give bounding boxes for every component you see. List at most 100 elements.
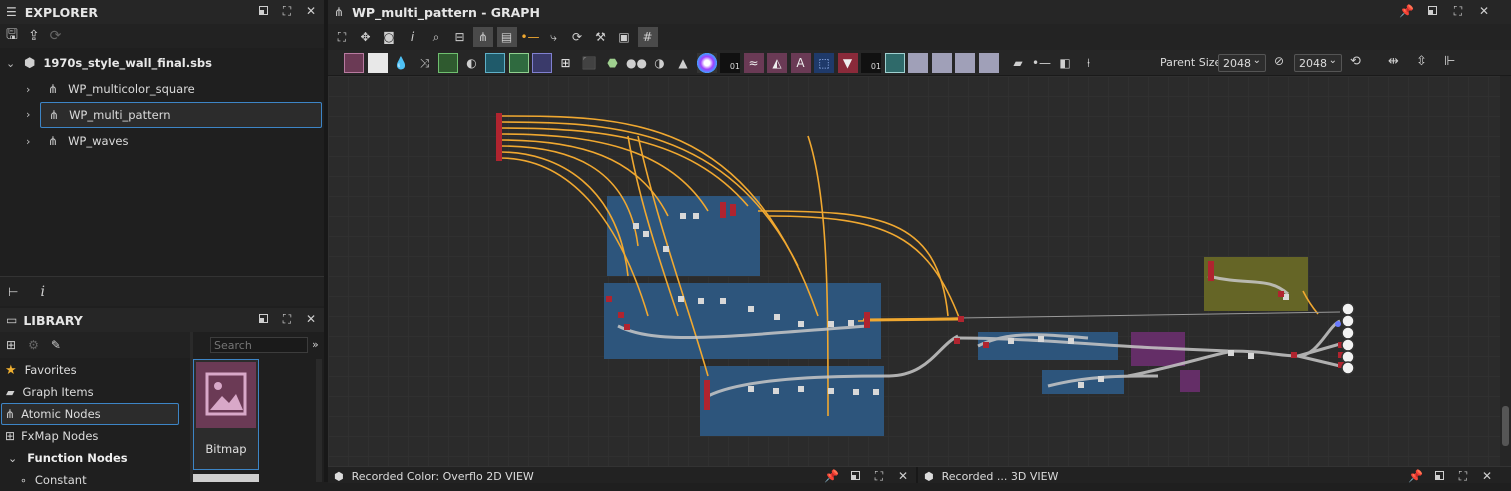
pin-icon[interactable]: 📌	[1408, 469, 1423, 483]
view-tab-3d[interactable]: ⬢ Recorded ... 3D VIEW	[924, 470, 1058, 483]
dot-icon[interactable]: ⍿	[1079, 53, 1099, 73]
info-icon[interactable]: i	[403, 27, 423, 47]
parent-size-select[interactable]: 2048 ⌄	[1218, 54, 1266, 72]
graph-canvas[interactable]	[328, 76, 1500, 466]
grayscale-icon[interactable]: ◑	[650, 53, 670, 73]
maximize-icon[interactable]: ⛶	[280, 4, 294, 18]
fxmap-icon[interactable]: ⊞	[556, 53, 576, 73]
reset-size-icon[interactable]: ⟲	[1350, 54, 1361, 69]
pin-node-icon[interactable]: •—•	[1032, 53, 1052, 90]
maximize-icon[interactable]: ⛶	[1456, 469, 1470, 483]
svg-node-icon[interactable]	[367, 53, 388, 73]
maximize-icon[interactable]: ⛶	[1451, 4, 1465, 18]
transform-icon[interactable]	[485, 53, 505, 73]
library-category[interactable]: ⊞ FxMap Nodes	[0, 425, 190, 447]
search-icon[interactable]: ⌕	[426, 27, 446, 47]
input-gray-icon[interactable]	[931, 53, 952, 73]
fill-icon[interactable]: ▼	[837, 53, 858, 73]
float-panel-icon[interactable]	[256, 4, 270, 18]
library-category[interactable]: ▰ Graph Items	[0, 381, 190, 403]
library-search-input[interactable]	[210, 337, 308, 353]
pixel-processor-icon[interactable]: ⬛	[579, 53, 599, 73]
align-icon[interactable]: ⊟	[450, 27, 470, 47]
warp-icon[interactable]	[532, 53, 552, 73]
pencil-icon[interactable]: ✎	[51, 338, 61, 352]
color-wheel-icon[interactable]	[696, 53, 717, 73]
pin-icon[interactable]: 📌	[1399, 4, 1414, 18]
gradient-map-icon[interactable]	[508, 53, 529, 73]
link-size-icon[interactable]: ⊘	[1274, 54, 1284, 68]
mirror-icon[interactable]: ◭	[767, 53, 787, 73]
scrollbar-thumb[interactable]	[1502, 406, 1509, 446]
library-category[interactable]: ★ Favorites	[0, 359, 190, 381]
bitmap-node-icon[interactable]	[344, 53, 364, 73]
save-icon[interactable]: 🖫	[6, 24, 18, 48]
distance-icon[interactable]: ●●	[626, 53, 647, 73]
float-panel-icon[interactable]	[1432, 469, 1446, 483]
tools-icon[interactable]: ⚒	[591, 27, 611, 47]
output-color-icon[interactable]	[955, 53, 975, 73]
refresh-icon[interactable]: ⟳	[567, 27, 587, 47]
link-icon[interactable]: •—•	[520, 27, 540, 64]
refresh-icon[interactable]: ⟳	[50, 28, 62, 44]
publish-icon[interactable]: ⇪	[28, 28, 40, 44]
hamburger-icon[interactable]: ☰	[6, 5, 17, 19]
levels-icon[interactable]	[438, 53, 458, 73]
maximize-icon[interactable]: ⛶	[280, 312, 294, 326]
value-processor-icon[interactable]: 01	[861, 53, 881, 73]
display-icon[interactable]: ▣	[614, 27, 634, 47]
close-icon[interactable]: ✕	[304, 312, 318, 326]
graph-layout-icon[interactable]: ⋔	[473, 27, 493, 47]
distribute-icon[interactable]: ⊩	[1444, 54, 1455, 69]
float-panel-icon[interactable]	[848, 469, 862, 483]
pin-icon[interactable]: 📌	[824, 469, 839, 483]
close-icon[interactable]: ✕	[304, 4, 318, 18]
chevron-down-icon[interactable]: ⌄	[8, 452, 17, 465]
float-panel-icon[interactable]	[1425, 4, 1439, 18]
noise-icon[interactable]: 01	[720, 53, 740, 73]
graph-item-selected[interactable]: ⋔ WP_multi_pattern	[40, 102, 322, 128]
histogram-icon[interactable]: ▲	[673, 53, 693, 73]
input-color-icon[interactable]	[908, 53, 928, 73]
hierarchy-icon[interactable]: ⊢	[8, 285, 18, 299]
grid-snap-icon[interactable]: #	[637, 27, 658, 47]
graph-item[interactable]: › ⋔ WP_multicolor_square	[0, 77, 324, 101]
close-icon[interactable]: ✕	[896, 469, 910, 483]
info-icon[interactable]: i	[40, 284, 44, 300]
blend-icon[interactable]: ⤨	[415, 53, 435, 73]
uniform-color-icon[interactable]: 💧	[391, 53, 411, 73]
library-category[interactable]: ∘ Constant	[0, 469, 190, 491]
align-vertical-icon[interactable]: ⇳	[1416, 54, 1427, 69]
library-category[interactable]: ⌄ Function Nodes	[0, 447, 190, 469]
scrollbar[interactable]	[316, 359, 322, 482]
output-gray-icon[interactable]	[978, 53, 999, 73]
view-tab-2d[interactable]: ⬢ Recorded Color: Overflo 2D VIEW	[334, 470, 534, 483]
float-panel-icon[interactable]	[256, 312, 270, 326]
crop-icon[interactable]: ⬚	[814, 53, 834, 73]
edge-detect-icon[interactable]: ≈	[743, 53, 764, 73]
output-size-select[interactable]: 2048 ⌄	[1294, 54, 1342, 72]
library-tile-bitmap[interactable]: Bitmap	[193, 359, 259, 470]
library-tile-next[interactable]	[193, 474, 259, 482]
hsl-icon[interactable]: ◐	[462, 53, 482, 73]
stack-icon[interactable]: ▤	[496, 27, 517, 47]
fit-icon[interactable]: ✥	[356, 27, 376, 47]
curve-icon[interactable]: ⤷	[544, 27, 564, 47]
camera-icon[interactable]: ◙	[379, 27, 399, 47]
close-icon[interactable]: ✕	[1477, 4, 1491, 18]
text-icon[interactable]: A	[790, 53, 811, 73]
package-row[interactable]: ⌄ ⬢ 1970s_style_wall_final.sbs	[0, 51, 324, 75]
align-horizontal-icon[interactable]: ⇹	[1388, 54, 1399, 69]
frame-icon[interactable]: ◧	[1055, 53, 1075, 73]
map-icon[interactable]	[884, 53, 905, 73]
chevron-right-icon[interactable]: ›	[26, 108, 38, 121]
frame-all-icon[interactable]: ⛶	[332, 27, 352, 47]
splitter[interactable]	[916, 467, 918, 483]
normal-icon[interactable]: ⬣	[603, 53, 623, 73]
new-folder-icon[interactable]: ⊞	[6, 338, 16, 352]
expand-icon[interactable]: »	[312, 338, 319, 351]
chevron-right-icon[interactable]: ›	[26, 135, 38, 148]
comment-icon[interactable]: ▰	[1008, 53, 1028, 73]
graph-item[interactable]: › ⋔ WP_waves	[0, 129, 324, 153]
close-icon[interactable]: ✕	[1480, 469, 1494, 483]
